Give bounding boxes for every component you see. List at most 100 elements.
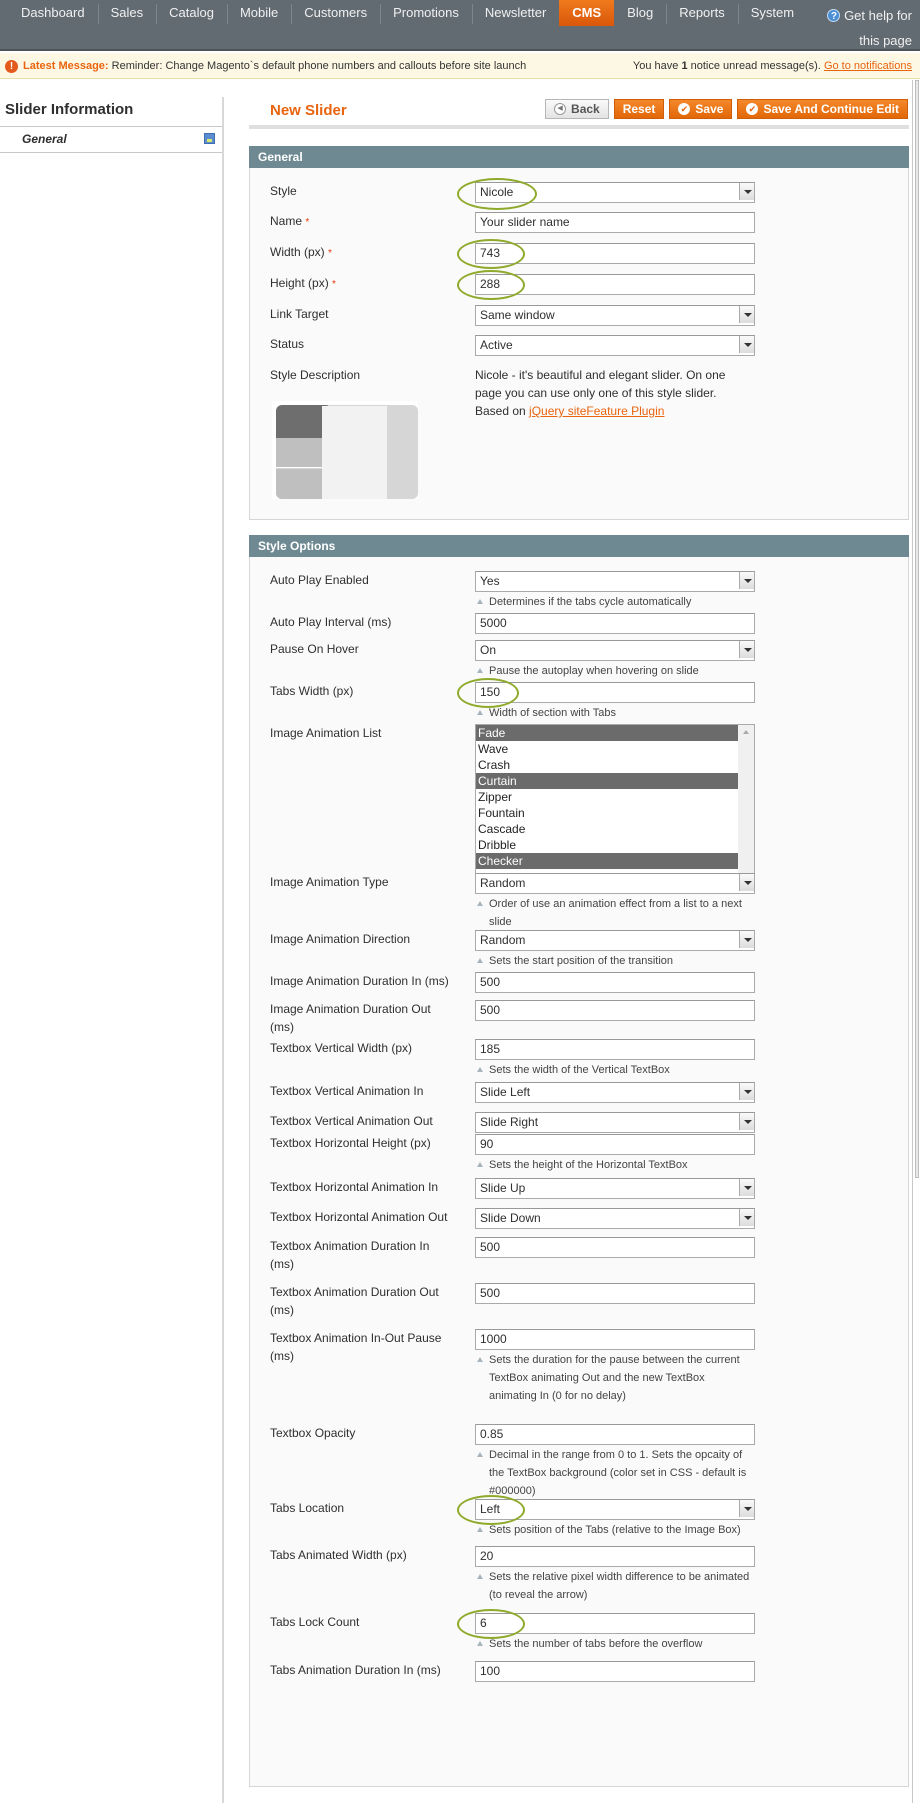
textbox-animation-duration-out-label: Textbox Animation Duration Out (ms) xyxy=(270,1285,439,1317)
textbox-vertical-animation-out-label: Textbox Vertical Animation Out xyxy=(270,1114,433,1128)
chevron-down-icon xyxy=(739,1209,754,1226)
page-scrollbar[interactable] xyxy=(912,80,920,1803)
status-value: Active xyxy=(475,335,755,356)
required-mark: * xyxy=(305,217,310,228)
list-option[interactable]: Curtain xyxy=(476,773,739,789)
list-option[interactable]: Zipper xyxy=(476,789,739,805)
textbox-opacity-input[interactable]: 0.85 xyxy=(475,1424,755,1445)
auto-play-interval-input[interactable]: 5000 xyxy=(475,613,755,634)
status-select[interactable]: Active xyxy=(475,335,755,356)
help-line2: this page xyxy=(859,33,912,48)
list-option[interactable]: Dribble xyxy=(476,837,739,853)
link-target-select[interactable]: Same window xyxy=(475,305,755,326)
tabs-location-note: Sets position of the Tabs (relative to t… xyxy=(475,1521,755,1539)
back-button[interactable]: ◀ Back xyxy=(545,99,609,119)
nav-item-system[interactable]: System xyxy=(737,0,807,26)
textbox-vertical-animation-in-select[interactable]: Slide Left xyxy=(475,1082,755,1103)
list-option[interactable]: Crash xyxy=(476,757,739,773)
image-animation-duration-in-input[interactable]: 500 xyxy=(475,972,755,993)
style-options-section-header: Style Options xyxy=(249,535,909,557)
style-value: Nicole xyxy=(475,182,755,203)
textbox-horizontal-animation-in-select[interactable]: Slide Up xyxy=(475,1178,755,1199)
pause-on-hover-row: Pause On Hover On Pause the autoplay when … xyxy=(250,640,908,680)
name-input[interactable]: Your slider name xyxy=(475,212,755,233)
reset-label: Reset xyxy=(622,102,656,116)
checkmark-icon: ✔ xyxy=(678,103,691,115)
auto-play-enabled-note: Determines if the tabs cycle automatical… xyxy=(475,593,755,611)
save-label: Save xyxy=(695,102,724,116)
image-animation-duration-out-input[interactable]: 500 xyxy=(475,1000,755,1021)
textbox-vertical-animation-out-select[interactable]: Slide Right xyxy=(475,1112,755,1133)
list-option[interactable]: Fountain xyxy=(476,805,739,821)
tabs-location-label: Tabs Location xyxy=(270,1501,345,1515)
nav-item-cms[interactable]: CMS xyxy=(559,0,615,26)
nav-item-blog[interactable]: Blog xyxy=(614,0,666,26)
textbox-vertical-animation-in-row: Textbox Vertical Animation In Slide Left xyxy=(250,1082,908,1103)
save-continue-label: Save And Continue Edit xyxy=(763,102,899,116)
reset-button[interactable]: Reset xyxy=(613,99,665,119)
listbox-scrollbar[interactable] xyxy=(738,725,754,883)
textbox-horizontal-animation-out-select[interactable]: Slide Down xyxy=(475,1208,755,1229)
save-continue-button[interactable]: ✔ Save And Continue Edit xyxy=(737,99,908,119)
tabs-lock-count-input[interactable]: 6 xyxy=(475,1613,755,1634)
textbox-horizontal-animation-out-row: Textbox Horizontal Animation Out Slide Do… xyxy=(250,1208,908,1229)
general-section-header: General xyxy=(249,146,909,168)
list-option[interactable]: Fade xyxy=(476,725,739,741)
nav-item-dashboard[interactable]: Dashboard xyxy=(8,0,98,26)
list-option[interactable]: Wave xyxy=(476,741,739,757)
preview-frame xyxy=(276,405,418,499)
save-button[interactable]: ✔ Save xyxy=(669,99,733,119)
tabs-location-select[interactable]: Left Sets position of the Tabs (relative … xyxy=(475,1499,755,1539)
image-animation-direction-select[interactable]: Random Sets the start position of the tra… xyxy=(475,930,755,970)
sidebar: Slider Information General xyxy=(0,97,224,1803)
nav-item-promotions[interactable]: Promotions xyxy=(380,0,472,26)
textbox-animation-duration-out-input[interactable]: 500 xyxy=(475,1283,755,1304)
textbox-vertical-animation-in-value: Slide Left xyxy=(475,1082,755,1103)
textbox-horizontal-height-input[interactable]: 90 xyxy=(475,1134,755,1155)
tabs-width-input[interactable]: 150 xyxy=(475,682,755,703)
height-input[interactable]: 288 xyxy=(475,274,755,295)
chevron-down-icon xyxy=(739,306,754,323)
list-option[interactable]: Checker xyxy=(476,853,739,869)
textbox-animation-duration-in-input[interactable]: 500 xyxy=(475,1237,755,1258)
image-animation-list-listbox[interactable]: Fade Wave Crash Curtain Zipper Fountain Cascad… xyxy=(475,724,755,884)
required-mark: * xyxy=(332,279,336,290)
tabs-animation-duration-in-input[interactable]: 100 xyxy=(475,1661,755,1682)
width-input[interactable]: 743 xyxy=(475,243,755,264)
nav-item-catalog[interactable]: Catalog xyxy=(156,0,227,26)
go-to-notifications-link[interactable]: Go to notifications xyxy=(824,60,912,72)
help-link[interactable]: ? Get help for this page xyxy=(812,3,912,53)
chevron-down-icon xyxy=(739,183,754,200)
jquery-plugin-link[interactable]: jQuery siteFeature Plugin xyxy=(529,404,664,418)
nav-item-reports[interactable]: Reports xyxy=(666,0,738,26)
textbox-horizontal-animation-out-value: Slide Down xyxy=(475,1208,755,1229)
unread-notice: You have 1 notice unread message(s). Go … xyxy=(633,53,912,79)
latest-message-label: Latest Message: xyxy=(23,60,109,72)
pause-on-hover-label: Pause On Hover xyxy=(270,642,359,656)
nav-item-newsletter[interactable]: Newsletter xyxy=(471,0,559,26)
textbox-animation-pause-note: Sets the duration for the pause between … xyxy=(475,1351,755,1405)
header-divider xyxy=(249,125,909,129)
warning-icon: ! xyxy=(5,60,18,73)
tabs-animated-width-input[interactable]: 20 xyxy=(475,1546,755,1567)
nav-item-sales[interactable]: Sales xyxy=(97,0,157,26)
nav-item-customers[interactable]: Customers xyxy=(291,0,380,26)
image-animation-type-select[interactable]: Random Order of use an animation effect f… xyxy=(475,873,755,931)
textbox-vertical-width-note: Sets the width of the Vertical TextBox xyxy=(475,1061,755,1079)
image-animation-direction-row: Image Animation Direction Random Sets the … xyxy=(250,930,908,970)
sidebar-tab-general[interactable]: General xyxy=(0,127,222,153)
save-state-icon xyxy=(204,133,215,144)
link-target-label: Link Target xyxy=(270,307,329,321)
textbox-animation-duration-in-label: Textbox Animation Duration In (ms) xyxy=(270,1239,430,1271)
auto-play-enabled-select[interactable]: Yes Determines if the tabs cycle automati… xyxy=(475,571,755,611)
nav-item-mobile[interactable]: Mobile xyxy=(226,0,291,26)
style-select[interactable]: Nicole xyxy=(475,182,755,203)
textbox-vertical-width-input[interactable]: 185 xyxy=(475,1039,755,1060)
list-option[interactable]: Cascade xyxy=(476,821,739,837)
pause-on-hover-select[interactable]: On Pause the autoplay when hovering on sl… xyxy=(475,640,755,680)
textbox-horizontal-animation-out-label: Textbox Horizontal Animation Out xyxy=(270,1210,448,1224)
action-buttons: ◀ Back Reset ✔ Save ✔ Save And Continue Edi… xyxy=(545,99,908,119)
textbox-animation-pause-input[interactable]: 1000 xyxy=(475,1329,755,1350)
auto-play-enabled-value: Yes xyxy=(475,571,755,592)
scrollbar-thumb[interactable] xyxy=(915,80,919,1178)
